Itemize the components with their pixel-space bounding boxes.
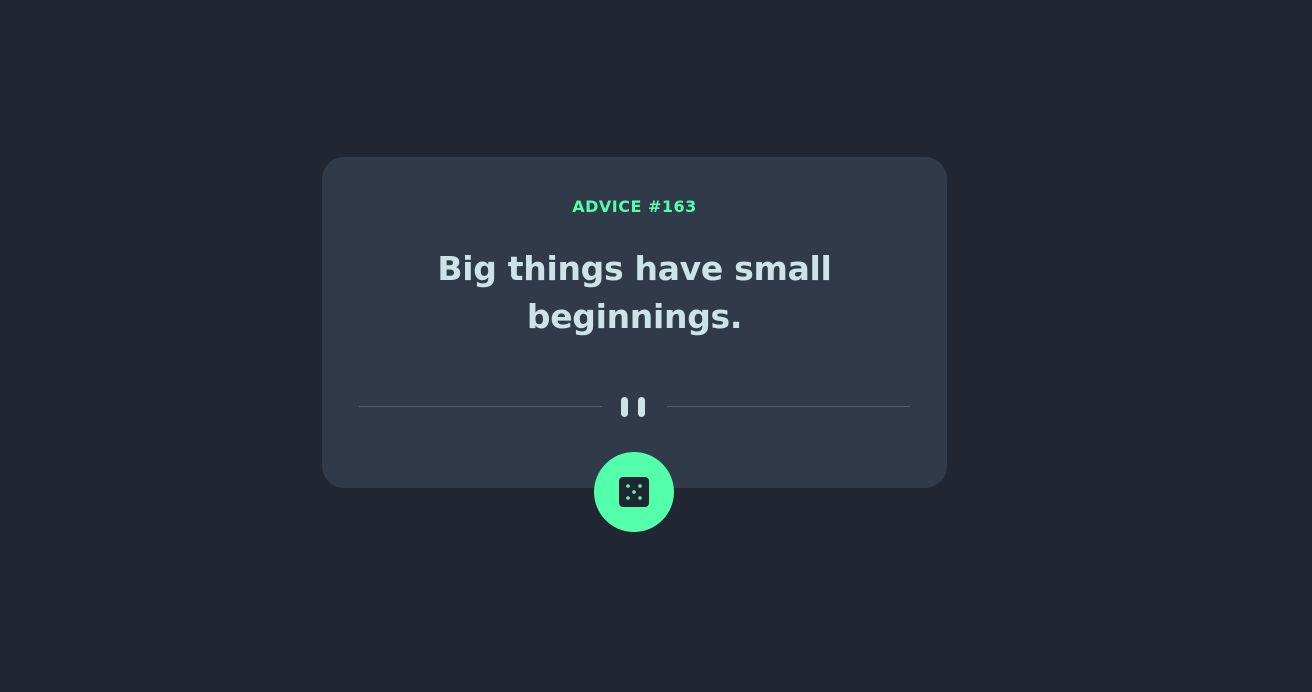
new-advice-button[interactable] [594, 452, 674, 532]
page: ADVICE #163 Big things have small beginn… [0, 0, 1312, 692]
divider [359, 395, 910, 419]
divider-line-left [359, 406, 602, 407]
dice-icon [619, 477, 649, 507]
pause-bar-right [638, 397, 645, 417]
advice-quote: Big things have small beginnings. [437, 249, 832, 336]
advice-card: ADVICE #163 Big things have small beginn… [322, 157, 947, 488]
pause-bar-left [621, 397, 628, 417]
pause-icon [621, 397, 647, 417]
divider-line-right [667, 406, 910, 407]
advice-number: ADVICE #163 [572, 197, 697, 216]
